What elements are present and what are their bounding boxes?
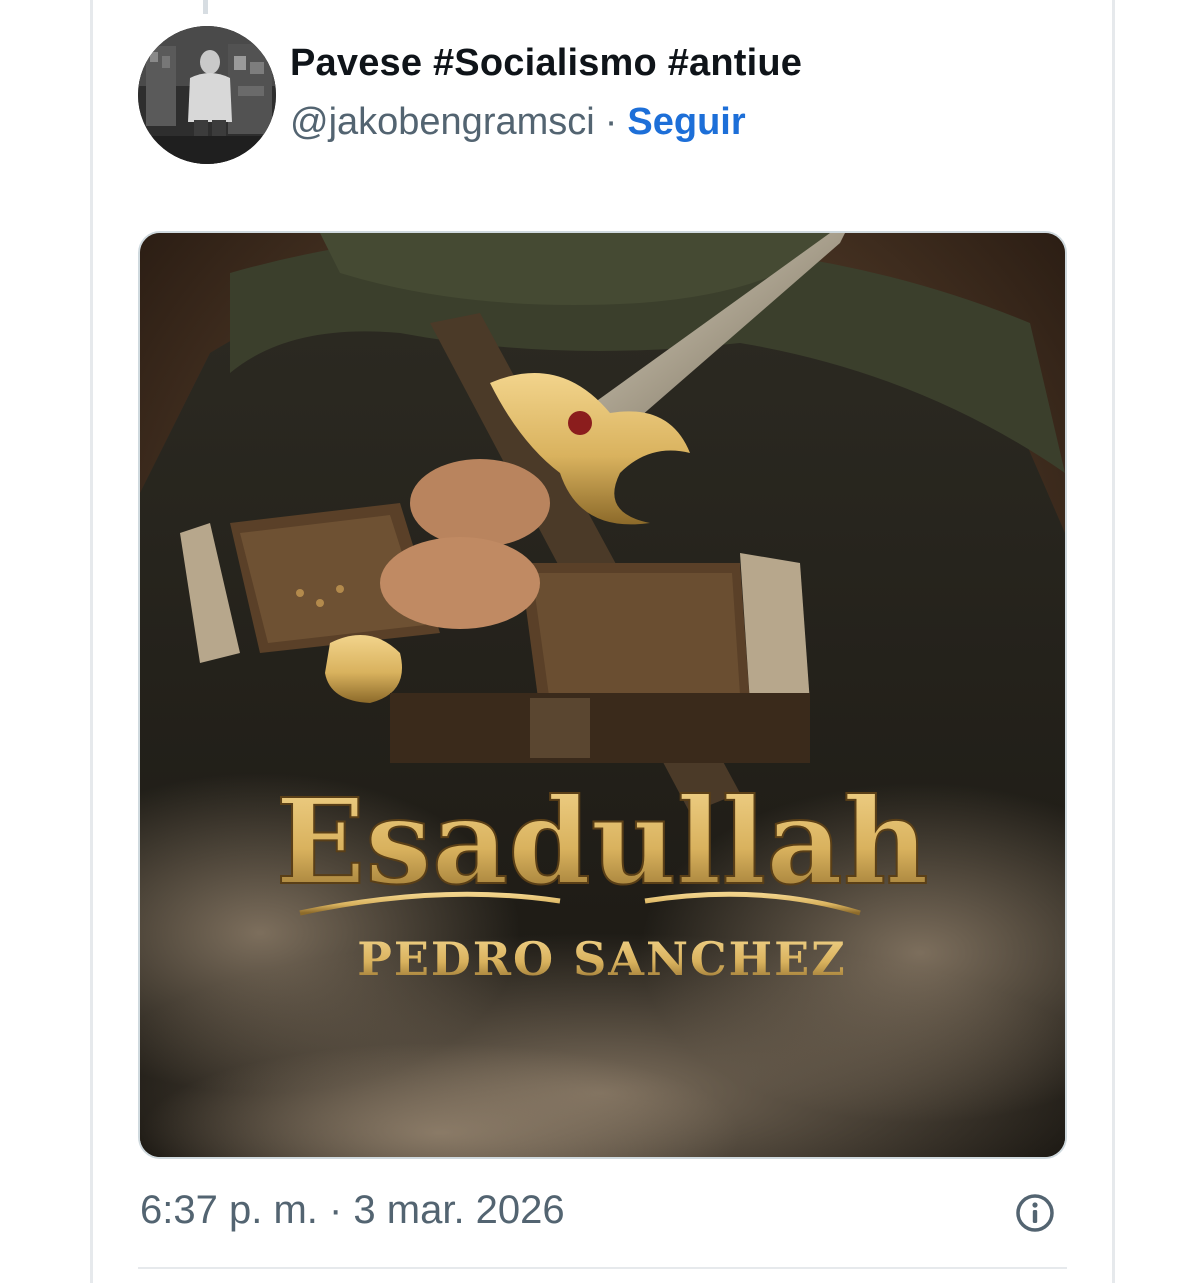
separator-dot: ·: [604, 101, 618, 143]
poster-illustration: Esadullah PEDRO SANCHEZ: [140, 233, 1065, 1157]
avatar-image: [138, 26, 276, 164]
card-border-left: [90, 0, 93, 1283]
author-handle-row: @jakobengramsci · Seguir: [290, 101, 746, 144]
thread-connector-line: [203, 0, 208, 14]
tweet-media-image[interactable]: Esadullah PEDRO SANCHEZ: [138, 231, 1067, 1159]
author-name[interactable]: Pavese #Socialismo #antiue: [290, 42, 802, 85]
info-circle-icon[interactable]: [1013, 1191, 1057, 1235]
tweet-timestamp[interactable]: 6:37 p. m. · 3 mar. 2026: [140, 1188, 565, 1233]
tweet-divider: [138, 1267, 1067, 1269]
tweet-page: Pavese #Socialismo #antiue @jakobengrams…: [0, 0, 1187, 1283]
follow-button[interactable]: Seguir: [627, 101, 745, 143]
author-handle[interactable]: @jakobengramsci: [290, 101, 595, 143]
poster-title: Esadullah: [275, 772, 928, 911]
card-border-right: [1112, 0, 1115, 1283]
avatar[interactable]: [138, 26, 276, 164]
poster-subtitle: PEDRO SANCHEZ: [357, 932, 847, 986]
